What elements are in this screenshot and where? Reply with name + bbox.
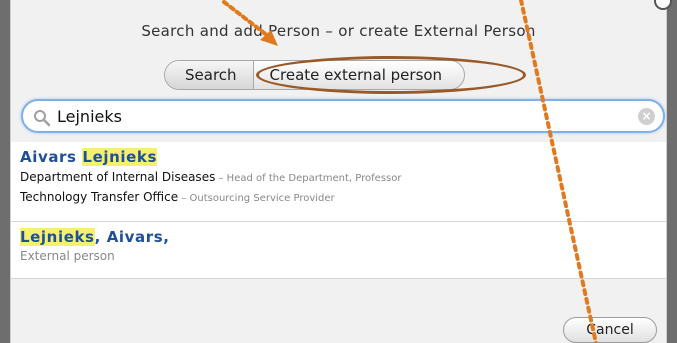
clear-search-icon[interactable]: × <box>638 108 655 125</box>
affiliation-unit: Department of Internal Diseases <box>20 170 216 184</box>
affiliation-role: – Outsourcing Service Provider <box>178 193 335 204</box>
background-page-right <box>667 0 677 343</box>
dialog-title: Search and add Person – or create Extern… <box>141 22 536 40</box>
result-affiliation: Department of Internal Diseases – Head o… <box>20 168 657 188</box>
affiliation-unit: Technology Transfer Office <box>20 190 179 204</box>
search-mode-button[interactable]: Search <box>165 61 254 89</box>
result-person-name: Lejnieks, Aivars, <box>20 228 657 246</box>
result-item-internal-person[interactable]: Aivars Lejnieks Department of Internal D… <box>11 142 666 222</box>
search-icon <box>34 110 51 127</box>
result-item-external-person[interactable]: Lejnieks, Aivars, External person <box>11 222 666 279</box>
add-person-dialog: Search and add Person – or create Extern… <box>10 0 672 343</box>
result-affiliation: Technology Transfer Office – Outsourcing… <box>20 188 657 208</box>
result-name-match: Lejnieks <box>20 228 95 246</box>
mode-switch: Search Create external person <box>164 60 466 90</box>
result-name-rest: , Aivars, <box>94 228 170 246</box>
affiliation-role: – Head of the Department, Professor <box>215 173 402 184</box>
result-name-first: Aivars <box>20 148 83 166</box>
result-type-label: External person <box>20 249 115 263</box>
search-results-list: Aivars Lejnieks Department of Internal D… <box>11 142 666 279</box>
result-name-match: Lejnieks <box>82 148 157 166</box>
cancel-button[interactable]: Cancel <box>563 317 657 343</box>
search-field[interactable]: × <box>21 99 665 133</box>
search-input[interactable] <box>57 104 627 128</box>
create-external-person-button[interactable]: Create external person <box>254 61 465 89</box>
result-person-name: Aivars Lejnieks <box>20 148 657 166</box>
background-page-left <box>0 0 10 343</box>
